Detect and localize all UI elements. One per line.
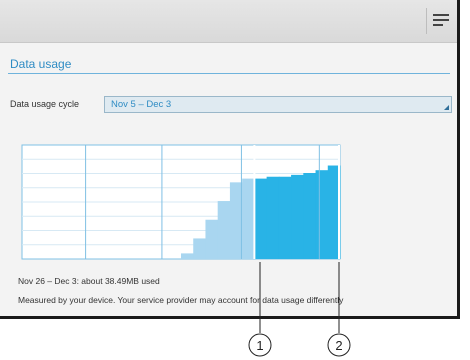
callout-2-label: 2: [335, 338, 342, 353]
callouts: 1 2: [248, 262, 351, 357]
callout-1-label: 1: [256, 338, 263, 353]
